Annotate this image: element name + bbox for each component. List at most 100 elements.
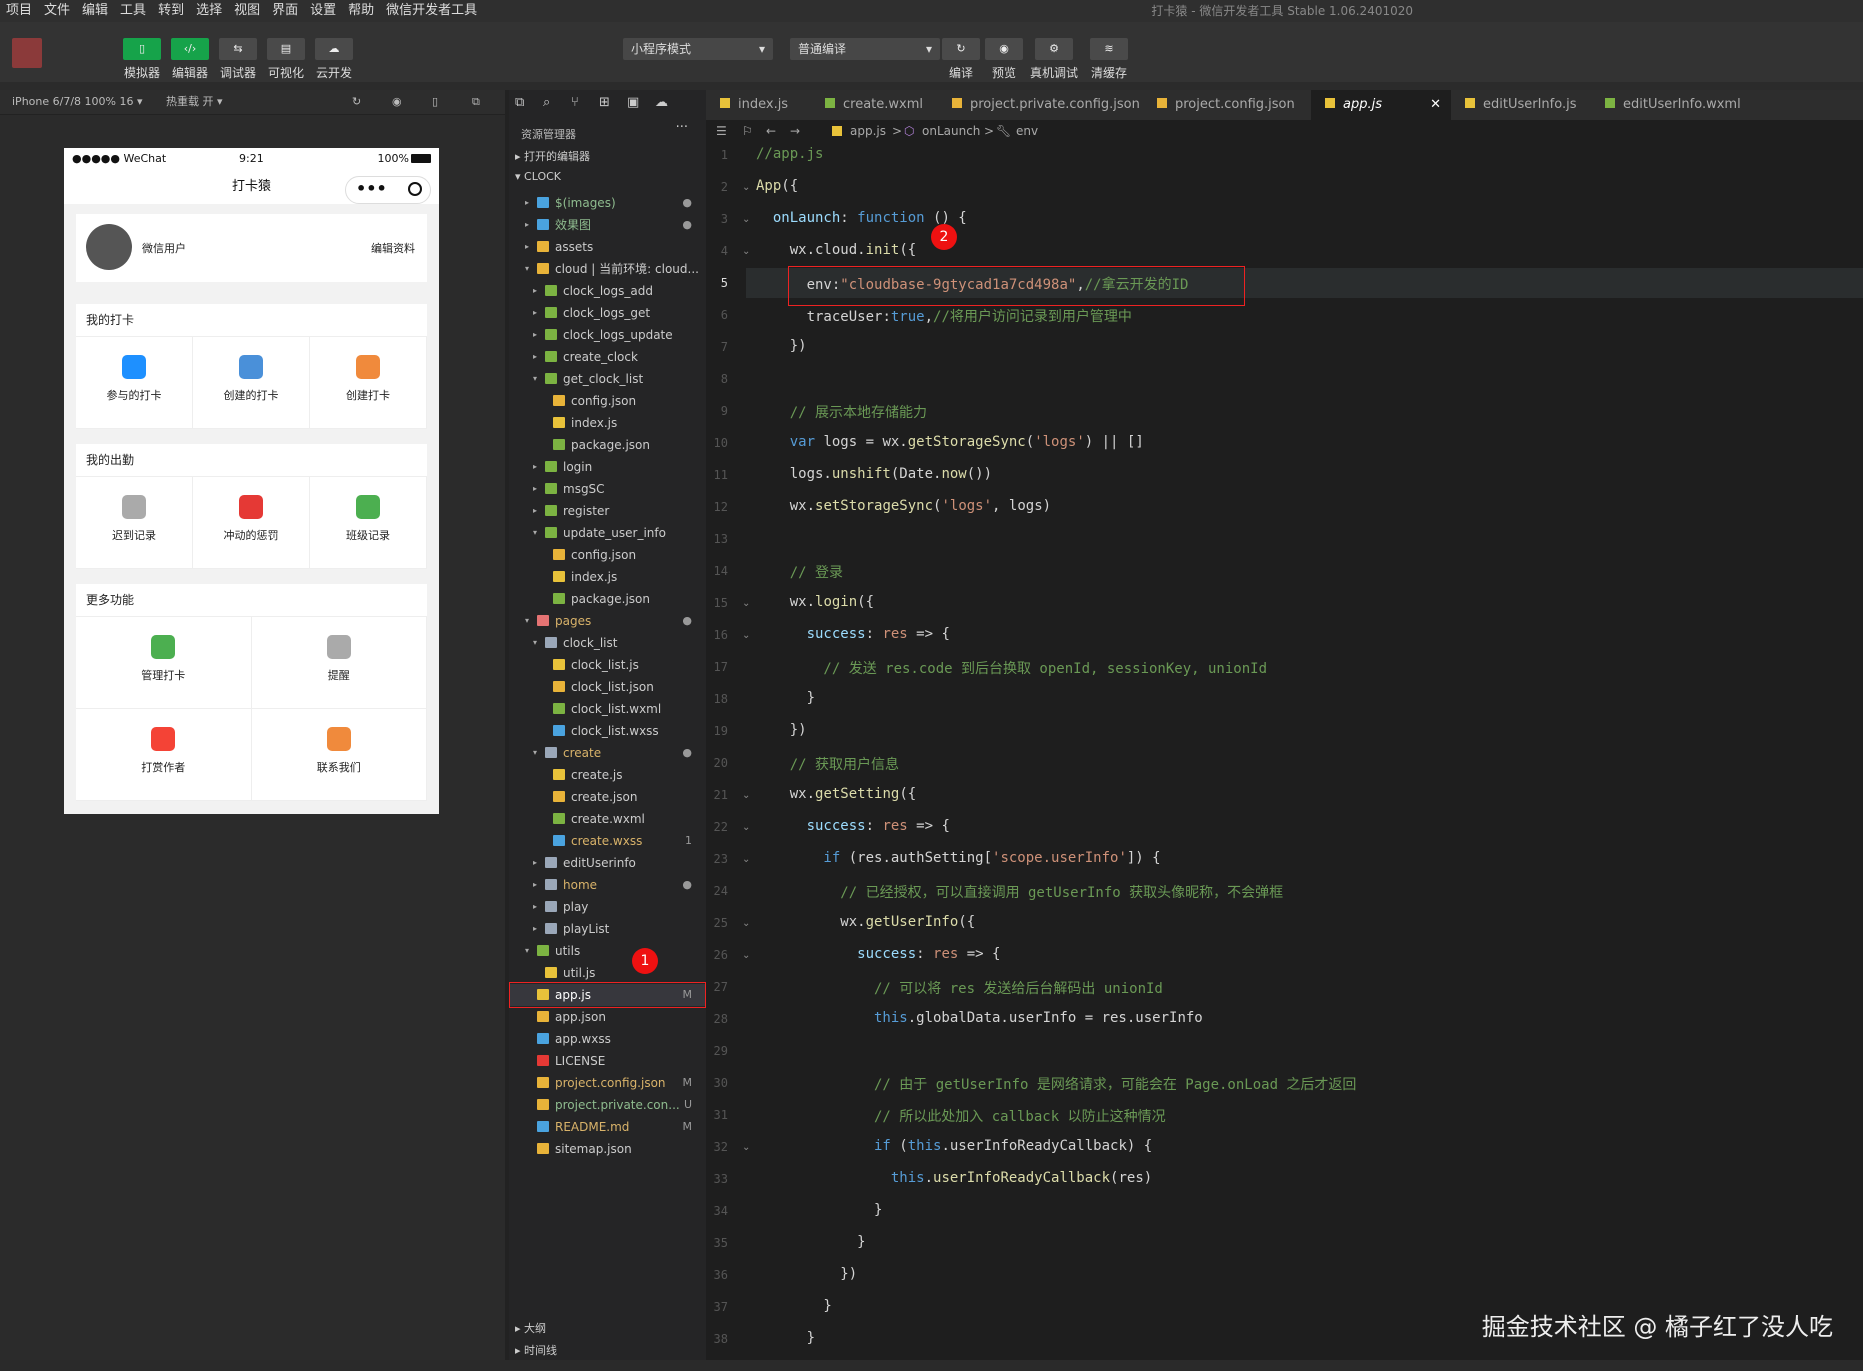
tree-item[interactable]: ▸ register [509, 500, 706, 522]
tree-arrow-icon[interactable]: ▸ [533, 302, 537, 324]
search-icon[interactable]: ⌕ [543, 90, 550, 116]
back-icon[interactable]: ← [766, 120, 776, 142]
tree-item[interactable]: ▾ clock_list [509, 632, 706, 654]
fold-chevron-icon[interactable]: ⌄ [742, 214, 750, 225]
edit-profile-link[interactable]: 编辑资料 [371, 240, 415, 256]
tree-item[interactable]: util.js [509, 962, 706, 984]
extensions-icon[interactable]: ⊞ [599, 90, 610, 116]
toolbar-button-0[interactable]: ▯ [123, 38, 161, 60]
feature-cell[interactable]: 参与的打卡 [76, 337, 193, 429]
toolbar-button-4[interactable]: ☁ [315, 38, 353, 60]
tree-item[interactable]: create.wxml [509, 808, 706, 830]
close-icon[interactable]: ✕ [1430, 90, 1441, 120]
tree-arrow-icon[interactable]: ▸ [533, 456, 537, 478]
tree-item[interactable]: app.wxss [509, 1028, 706, 1050]
explorer-more-button[interactable]: ··· [676, 120, 688, 135]
fold-chevron-icon[interactable]: ⌄ [742, 598, 750, 609]
tree-arrow-icon[interactable]: ▸ [533, 346, 537, 368]
toolbar-right-button-1[interactable]: ◉ [985, 38, 1023, 60]
tree-item[interactable]: index.js [509, 566, 706, 588]
tree-item[interactable]: ▸ msgSC [509, 478, 706, 500]
menu-item[interactable]: 文件 [44, 0, 70, 22]
toolbar-right-button-0[interactable]: ↻ [942, 38, 980, 60]
tree-item[interactable]: README.md M [509, 1116, 706, 1138]
tree-item[interactable]: ▸ playList [509, 918, 706, 940]
capsule-menu[interactable]: ••• [345, 176, 431, 204]
tree-item[interactable]: ▾ cloud | 当前环境: cloud... [509, 258, 706, 280]
editor-tab[interactable]: project.config.json [1143, 90, 1311, 120]
rotate-icon[interactable]: ↻ [352, 90, 361, 114]
tree-arrow-icon[interactable]: ▸ [525, 192, 529, 214]
tree-item[interactable]: config.json [509, 390, 706, 412]
tree-item[interactable]: ▸ home ● [509, 874, 706, 896]
forward-icon[interactable]: → [790, 120, 800, 142]
menu-item[interactable]: 编辑 [82, 0, 108, 22]
device-select[interactable]: iPhone 6/7/8 100% 16 ▾ [12, 95, 143, 108]
breadcrumb-function[interactable]: onLaunch [922, 120, 980, 142]
list-icon[interactable]: ☰ [716, 120, 727, 142]
tree-item[interactable]: config.json [509, 544, 706, 566]
git-icon[interactable]: ⑂ [571, 90, 579, 116]
fold-chevron-icon[interactable]: ⌄ [742, 182, 750, 193]
tree-item[interactable]: LICENSE [509, 1050, 706, 1072]
editor-tab[interactable]: editUserInfo.js [1451, 90, 1591, 120]
tree-arrow-icon[interactable]: ▸ [525, 214, 529, 236]
tree-item[interactable]: ▾ update_user_info [509, 522, 706, 544]
fold-chevron-icon[interactable]: ⌄ [742, 1142, 750, 1153]
fold-chevron-icon[interactable]: ⌄ [742, 790, 750, 801]
feature-cell[interactable]: 班级记录 [310, 477, 427, 569]
editor-tab[interactable]: create.wxml [811, 90, 938, 120]
menu-item[interactable]: 选择 [196, 0, 222, 22]
toolbar-button-1[interactable]: ‹/› [171, 38, 209, 60]
tree-item[interactable]: ▸ clock_logs_update [509, 324, 706, 346]
breadcrumb-file[interactable]: app.js [850, 120, 886, 142]
fold-chevron-icon[interactable]: ⌄ [742, 854, 750, 865]
fold-chevron-icon[interactable]: ⌄ [742, 950, 750, 961]
tree-item[interactable]: ▸ clock_logs_add [509, 280, 706, 302]
tree-item[interactable]: package.json [509, 588, 706, 610]
hotreload-toggle[interactable]: 热重载 开 ▾ [166, 95, 223, 108]
outline-section[interactable]: ▸ 大纲 [515, 1320, 546, 1336]
tree-item[interactable]: ▸ clock_logs_get [509, 302, 706, 324]
feature-cell[interactable]: 管理打卡 [76, 617, 252, 709]
feature-cell[interactable]: 迟到记录 [76, 477, 193, 569]
menu-item[interactable]: 界面 [272, 0, 298, 22]
tree-item[interactable]: create.js [509, 764, 706, 786]
breadcrumb-prop[interactable]: env [1016, 120, 1038, 142]
tree-item[interactable]: ▸ 效果图 ● [509, 214, 706, 236]
tree-arrow-icon[interactable]: ▸ [533, 478, 537, 500]
tree-item[interactable]: ▸ assets [509, 236, 706, 258]
tree-item[interactable]: clock_list.json [509, 676, 706, 698]
tree-item[interactable]: ▾ pages ● [509, 610, 706, 632]
fold-chevron-icon[interactable]: ⌄ [742, 918, 750, 929]
more-icon[interactable]: ••• [356, 172, 387, 206]
tree-item[interactable]: ▾ get_clock_list [509, 368, 706, 390]
files-icon[interactable]: ⧉ [515, 90, 524, 116]
tree-arrow-icon[interactable]: ▾ [525, 610, 529, 632]
toolbar-button-3[interactable]: ▤ [267, 38, 305, 60]
tree-item[interactable]: app.json [509, 1006, 706, 1028]
tree-arrow-icon[interactable]: ▾ [533, 368, 537, 390]
layout-icon[interactable]: ▣ [627, 90, 639, 116]
record-icon[interactable]: ◉ [392, 90, 402, 114]
tree-arrow-icon[interactable]: ▸ [533, 918, 537, 940]
tree-arrow-icon[interactable]: ▸ [533, 852, 537, 874]
bookmark-icon[interactable]: ⚐ [742, 120, 753, 142]
avatar[interactable] [12, 38, 42, 68]
menu-item[interactable]: 微信开发者工具 [386, 0, 477, 22]
feature-cell[interactable]: 创建的打卡 [193, 337, 310, 429]
editor-tab[interactable]: editUserInfo.wxml [1591, 90, 1741, 120]
editor-tab[interactable]: project.private.config.json [938, 90, 1143, 120]
tree-arrow-icon[interactable]: ▸ [533, 500, 537, 522]
tree-arrow-icon[interactable]: ▾ [525, 258, 529, 280]
phone-icon[interactable]: ▯ [432, 90, 438, 114]
timeline-section[interactable]: ▸ 时间线 [515, 1342, 557, 1358]
tree-item[interactable]: ▸ play [509, 896, 706, 918]
toolbar-right-button-3[interactable]: ≋ [1090, 38, 1128, 60]
feature-cell[interactable]: 冲动的惩罚 [193, 477, 310, 569]
tree-arrow-icon[interactable]: ▾ [533, 632, 537, 654]
toolbar-right-button-2[interactable]: ⚙ [1035, 38, 1073, 60]
feature-cell[interactable]: 创建打卡 [310, 337, 427, 429]
toolbar-button-2[interactable]: ⇆ [219, 38, 257, 60]
popout-icon[interactable]: ⧉ [472, 90, 480, 114]
